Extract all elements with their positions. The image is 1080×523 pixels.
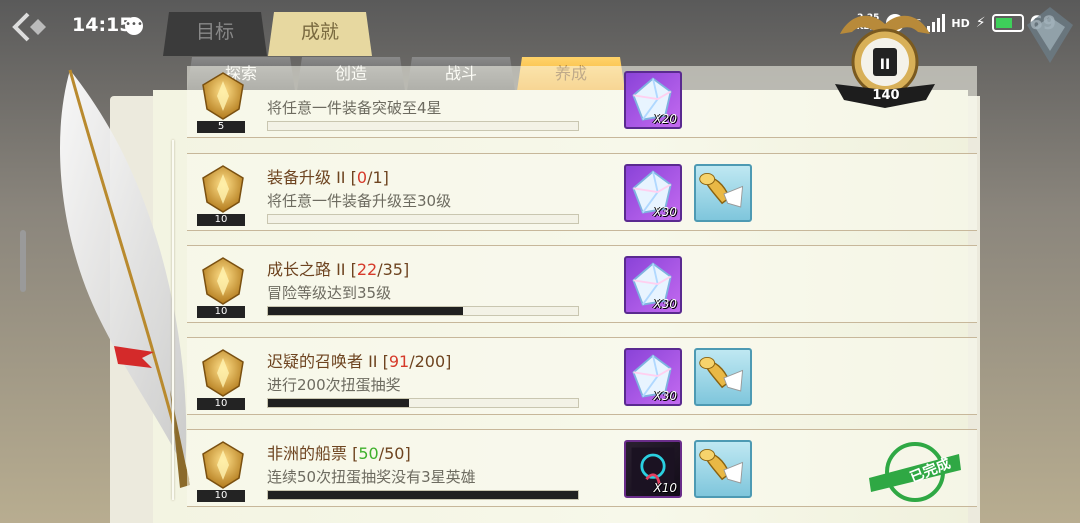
achievement-description: 进行200次扭蛋抽奖 bbox=[267, 376, 401, 394]
reward-item[interactable]: X20 bbox=[624, 71, 682, 129]
rank-points: 140 bbox=[872, 88, 900, 103]
side-drawer-handle[interactable] bbox=[20, 230, 26, 292]
achievement-row[interactable]: 10 成长之路 II [22/35] 冒险等级达到35级 X30 bbox=[187, 245, 977, 323]
achievement-description: 冒险等级达到35级 bbox=[267, 284, 392, 302]
achievement-description: 将任意一件装备升级至30级 bbox=[267, 192, 452, 210]
page-margin-line bbox=[172, 140, 174, 500]
achievement-level: 5 bbox=[197, 121, 245, 133]
charging-icon: ⚡ bbox=[975, 15, 986, 31]
reward-item[interactable]: X30 bbox=[624, 256, 682, 314]
horn-icon bbox=[696, 448, 750, 496]
reward-item[interactable]: X30 bbox=[624, 348, 682, 406]
progress-total: 1 bbox=[372, 168, 383, 187]
progress-bar-fill bbox=[268, 307, 464, 315]
horn-icon bbox=[696, 172, 750, 220]
battery-icon bbox=[991, 14, 1024, 32]
progress-current: 22 bbox=[356, 260, 378, 279]
reward-quantity: X30 bbox=[653, 389, 678, 403]
reward-item[interactable]: X10 bbox=[624, 440, 682, 498]
progress-bar bbox=[267, 214, 579, 224]
progress-total: 35 bbox=[382, 260, 403, 279]
reward-quantity: X10 bbox=[653, 481, 678, 495]
achievement-row[interactable]: 10 装备升级 II [0/1] 将任意一件装备升级至30级 X30 bbox=[187, 153, 977, 231]
achievement-row[interactable]: 10 非洲的船票 [50/50] 连续50次扭蛋抽奖没有3星英雄 X10 已完成 bbox=[187, 429, 977, 507]
achievement-description: 将任意一件装备突破至4星 bbox=[267, 99, 442, 117]
achievement-level: 10 bbox=[197, 398, 245, 410]
status-time: 14:15 bbox=[72, 14, 133, 36]
progress-bar bbox=[267, 398, 579, 408]
progress-bar-fill bbox=[268, 399, 410, 407]
message-icon: ••• bbox=[125, 17, 143, 35]
reward-item[interactable] bbox=[694, 348, 752, 406]
hd-icon: HD bbox=[951, 16, 970, 30]
achievement-title: 迟疑的召唤者 II [91/200] bbox=[267, 352, 452, 371]
progress-total: 50 bbox=[384, 444, 405, 463]
reward-item[interactable] bbox=[694, 164, 752, 222]
reward-item[interactable] bbox=[694, 440, 752, 498]
horn-icon bbox=[696, 356, 750, 404]
bookmark-flag-icon bbox=[114, 346, 154, 368]
progress-bar-fill bbox=[268, 491, 578, 499]
achievement-level: 10 bbox=[197, 306, 245, 318]
achievement-level: 10 bbox=[197, 214, 245, 226]
achievement-medal-icon bbox=[201, 256, 245, 306]
achievement-medal-icon bbox=[201, 348, 245, 398]
achievement-title: 成长之路 II [22/35] bbox=[267, 260, 410, 279]
back-icon[interactable] bbox=[10, 10, 50, 44]
reward-quantity: X20 bbox=[653, 112, 678, 126]
progress-total: 200 bbox=[414, 352, 446, 371]
progress-current: 91 bbox=[388, 352, 410, 371]
reward-quantity: X30 bbox=[653, 205, 678, 219]
feather-quill-icon bbox=[60, 69, 190, 488]
svg-text:II: II bbox=[880, 57, 890, 73]
reward-quantity: X30 bbox=[653, 297, 678, 311]
achievement-medal-icon bbox=[201, 71, 245, 121]
achievement-description: 连续50次扭蛋抽奖没有3星英雄 bbox=[267, 468, 476, 486]
reward-item[interactable]: X30 bbox=[624, 164, 682, 222]
achievement-title: 非洲的船票 [50/50] bbox=[267, 444, 411, 463]
achievement-level: 10 bbox=[197, 490, 245, 502]
progress-bar bbox=[267, 490, 579, 500]
menu-emblem-icon[interactable] bbox=[1025, 5, 1075, 65]
achievement-row[interactable]: 10 迟疑的召唤者 II [91/200] 进行200次扭蛋抽奖 X30 bbox=[187, 337, 977, 415]
tab-goals[interactable]: 目标 bbox=[163, 12, 267, 56]
progress-bar bbox=[267, 306, 579, 316]
progress-current: 0 bbox=[356, 168, 368, 187]
progress-bar bbox=[267, 121, 579, 131]
achievement-title: 装备升级 II [0/1] bbox=[267, 168, 389, 187]
achievement-medal-icon bbox=[201, 440, 245, 490]
achievement-medal-icon bbox=[201, 164, 245, 214]
progress-current: 50 bbox=[358, 444, 379, 463]
tab-achievements[interactable]: 成就 bbox=[268, 12, 372, 56]
